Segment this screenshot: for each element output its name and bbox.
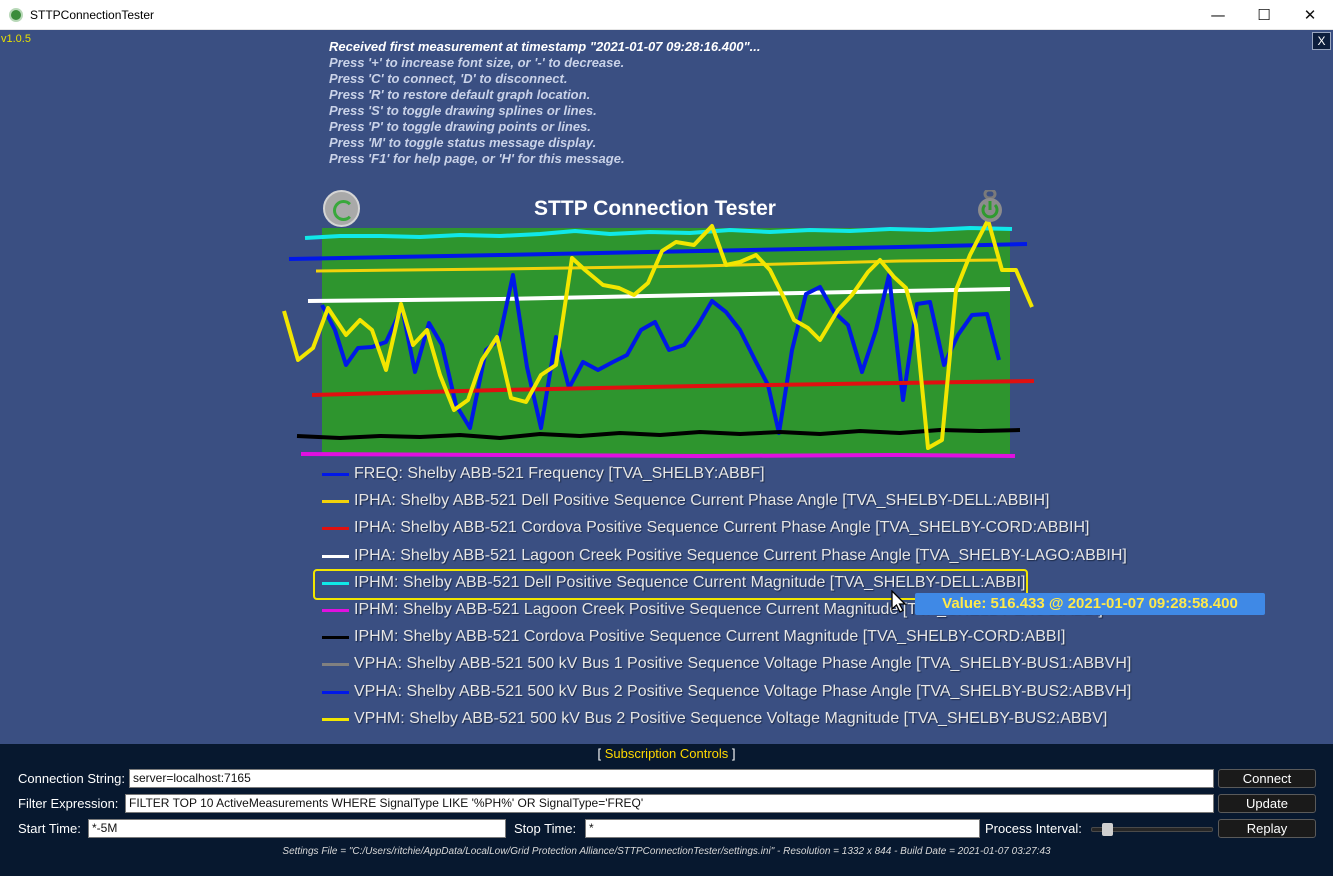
update-button[interactable]: Update <box>1218 794 1316 813</box>
legend-item-vpha-bus1[interactable]: VPHA: Shelby ABB-521 500 kV Bus 1 Positi… <box>322 652 1142 679</box>
legend-label: IPHA: Shelby ABB-521 Dell Positive Seque… <box>354 492 1050 510</box>
legend-swatch <box>322 527 349 531</box>
controls-header: [ Subscription Controls ] <box>0 746 1333 761</box>
replay-button[interactable]: Replay <box>1218 819 1316 838</box>
legend-swatch <box>322 581 349 585</box>
legend-item-vphm-bus2[interactable]: VPHM: Shelby ABB-521 500 kV Bus 2 Positi… <box>322 707 1142 734</box>
legend-item-ipha-lago[interactable]: IPHA: Shelby ABB-521 Lagoon Creek Positi… <box>322 544 1142 571</box>
start-time-input[interactable]: *-5M <box>88 819 506 838</box>
legend-label: VPHA: Shelby ABB-521 500 kV Bus 1 Positi… <box>354 655 1132 673</box>
filter-expression-label: Filter Expression: <box>18 796 119 811</box>
legend-item-vpha-bus2[interactable]: VPHA: Shelby ABB-521 500 kV Bus 2 Positi… <box>322 680 1142 707</box>
mouse-cursor-icon <box>891 590 907 613</box>
header-bracket: [ <box>597 746 605 761</box>
legend-item-ipha-cord[interactable]: IPHA: Shelby ABB-521 Cordova Positive Se… <box>322 516 1142 543</box>
legend-item-ipha-dell[interactable]: IPHA: Shelby ABB-521 Dell Positive Seque… <box>322 489 1142 516</box>
legend-label: FREQ: Shelby ABB-521 Frequency [TVA_SHEL… <box>354 465 765 482</box>
series-line-iphm-lago <box>300 452 1016 459</box>
legend-swatch <box>322 500 349 504</box>
legend-swatch <box>322 554 349 558</box>
legend-label: VPHA: Shelby ABB-521 500 kV Bus 2 Positi… <box>354 682 1132 700</box>
legend-item-freq[interactable]: FREQ: Shelby ABB-521 Frequency [TVA_SHEL… <box>322 462 1142 489</box>
value-tooltip: Value: 516.433 @ 2021-01-07 09:28:58.400 <box>915 593 1265 615</box>
graph-title: STTP Connection Tester <box>534 197 776 220</box>
start-time-label: Start Time: <box>18 821 81 836</box>
header-bracket: ] <box>728 746 736 761</box>
legend-swatch <box>322 636 349 640</box>
filter-expression-input[interactable]: FILTER TOP 10 ActiveMeasurements WHERE S… <box>125 794 1214 813</box>
process-interval-slider-thumb[interactable] <box>1102 823 1114 836</box>
legend-swatch <box>322 717 349 721</box>
legend-label: IPHA: Shelby ABB-521 Cordova Positive Se… <box>354 519 1090 537</box>
legend-swatch <box>322 690 349 694</box>
connection-string-label: Connection String: <box>18 771 125 786</box>
stop-time-label: Stop Time: <box>514 821 577 836</box>
legend-swatch <box>322 473 349 476</box>
process-interval-label: Process Interval: <box>985 821 1082 836</box>
power-icon[interactable] <box>976 190 1004 224</box>
subscription-controls-panel: [ Subscription Controls ] Connection Str… <box>0 744 1333 876</box>
legend-label: IPHA: Shelby ABB-521 Lagoon Creek Positi… <box>354 546 1127 564</box>
connection-string-input[interactable]: server=localhost:7165 <box>129 769 1214 788</box>
legend-item-iphm-cord[interactable]: IPHM: Shelby ABB-521 Cordova Positive Se… <box>322 625 1142 652</box>
connect-button[interactable]: Connect <box>1218 769 1316 788</box>
legend-label: IPHM: Shelby ABB-521 Cordova Positive Se… <box>354 628 1066 646</box>
legend-swatch <box>322 663 349 667</box>
controls-header-title[interactable]: Subscription Controls <box>605 746 729 761</box>
legend-label: VPHM: Shelby ABB-521 500 kV Bus 2 Positi… <box>354 709 1108 727</box>
connect-icon[interactable] <box>323 190 360 227</box>
stop-time-input[interactable]: * <box>585 819 980 838</box>
settings-info: Settings File = "C:/Users/ritchie/AppDat… <box>282 846 1051 857</box>
legend-swatch <box>322 608 349 612</box>
legend-label: IPHM: Shelby ABB-521 Dell Positive Seque… <box>354 573 1026 591</box>
